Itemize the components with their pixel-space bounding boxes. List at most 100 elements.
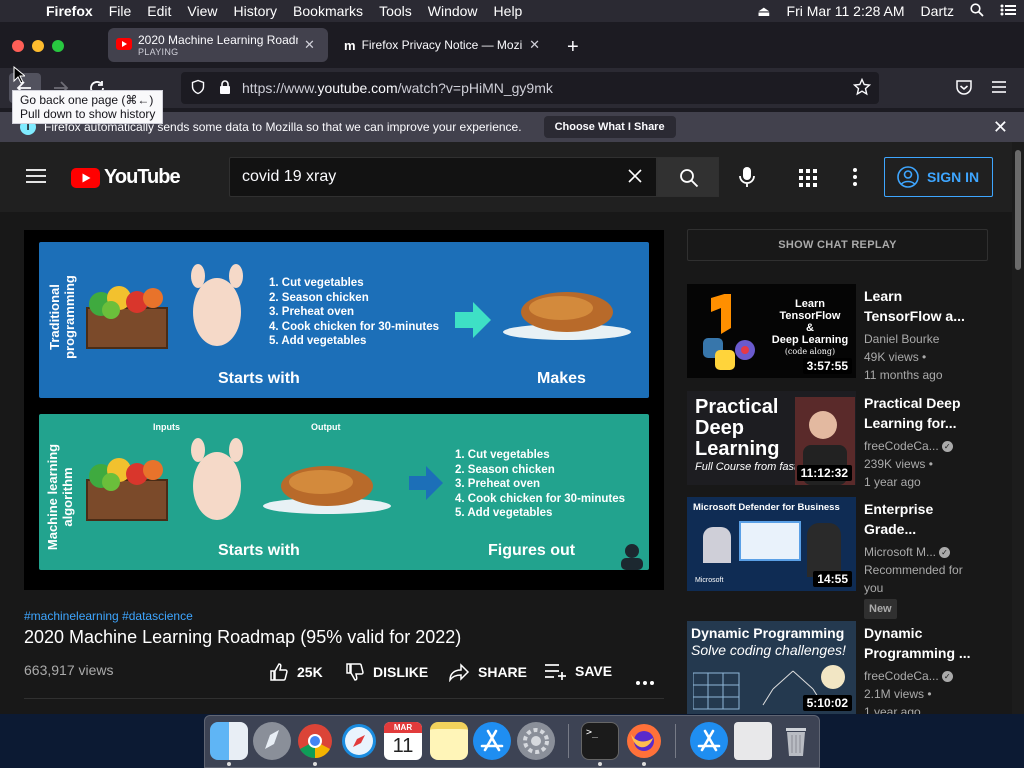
- recommended-video-meta: freeCodeCa... ✓ 239K views • 1 year ago: [864, 437, 979, 491]
- show-chat-replay-button[interactable]: SHOW CHAT REPLAY: [687, 229, 988, 261]
- tab-close-icon[interactable]: ✕: [529, 37, 540, 53]
- url-bar[interactable]: https://www.youtube.com/watch?v=pHiMN_gy…: [181, 72, 879, 104]
- menu-history[interactable]: History: [225, 3, 285, 19]
- more-actions-icon[interactable]: [636, 672, 654, 690]
- channel-name[interactable]: Microsoft M... ✓: [864, 543, 979, 561]
- tab-playing-label: PLAYING: [138, 47, 179, 57]
- recommended-video-title[interactable]: Dynamic Programming ...: [864, 623, 974, 663]
- video-views: 2.1M views •: [864, 687, 932, 701]
- menu-bookmarks[interactable]: Bookmarks: [285, 3, 371, 19]
- page-scrollbar-thumb[interactable]: [1015, 150, 1021, 270]
- recommended-video-meta: Microsoft M... ✓ Recommended for you New: [864, 543, 979, 619]
- tab-title: Firefox Privacy Notice — Mozilla: [361, 38, 524, 52]
- recommended-video-title[interactable]: Enterprise Grade...: [864, 499, 974, 539]
- raw-chicken-icon: [191, 264, 243, 346]
- clear-search-icon[interactable]: [626, 167, 644, 190]
- video-thumbnail[interactable]: Dynamic Programming Solve coding challen…: [687, 621, 856, 714]
- menu-app-firefox[interactable]: Firefox: [38, 3, 101, 19]
- search-query-text: covid 19 xray: [242, 168, 337, 185]
- shield-icon[interactable]: [190, 79, 206, 98]
- recommended-video[interactable]: Dynamic Programming Solve coding challen…: [687, 621, 987, 714]
- more-options-icon[interactable]: [853, 168, 857, 191]
- youtube-logo[interactable]: YouTube: [71, 166, 181, 189]
- tab-privacy-notice[interactable]: m Firefox Privacy Notice — Mozilla ✕: [336, 28, 548, 62]
- step-2: 2. Season chicken: [269, 291, 369, 304]
- calendar-icon[interactable]: MAR 11: [384, 722, 422, 760]
- menu-file[interactable]: File: [101, 3, 140, 19]
- choose-what-i-share-button[interactable]: Choose What I Share: [543, 116, 676, 138]
- dislike-button[interactable]: DISLIKE: [345, 662, 428, 682]
- app-store-icon[interactable]: [473, 722, 511, 760]
- account-circle-icon: [897, 166, 919, 188]
- video-hashtags[interactable]: #machinelearning #datascience: [24, 609, 193, 623]
- laptop-screen-icon: [739, 521, 801, 561]
- running-indicator: [313, 762, 317, 766]
- menu-view[interactable]: View: [179, 3, 225, 19]
- control-center-icon[interactable]: [992, 3, 1024, 19]
- launchpad-icon[interactable]: [253, 722, 291, 760]
- channel-name[interactable]: freeCodeCa... ✓: [864, 437, 979, 455]
- notification-close-icon[interactable]: ✕: [993, 117, 1008, 138]
- downloads-app-store-icon[interactable]: [690, 722, 728, 760]
- system-preferences-icon[interactable]: [517, 722, 555, 760]
- menu-tools[interactable]: Tools: [371, 3, 420, 19]
- recommended-video-title[interactable]: Learn TensorFlow a...: [864, 286, 974, 326]
- document-preview-icon[interactable]: [734, 722, 772, 760]
- lock-icon[interactable]: [218, 79, 232, 98]
- youtube-search-input[interactable]: covid 19 xray: [229, 157, 657, 197]
- video-thumbnail[interactable]: Microsoft Defender for Business Microsof…: [687, 497, 856, 591]
- channel-name[interactable]: freeCodeCa... ✓: [864, 667, 979, 685]
- like-button[interactable]: 25K: [269, 662, 323, 682]
- video-thumbnail[interactable]: Learn TensorFlow & Deep Learning (code a…: [687, 284, 856, 378]
- add-to-playlist-icon: [545, 664, 566, 680]
- menu-help[interactable]: Help: [486, 3, 531, 19]
- share-button[interactable]: SHARE: [448, 662, 527, 682]
- pocket-icon[interactable]: [955, 79, 973, 101]
- tab-close-icon[interactable]: ✕: [304, 37, 315, 53]
- video-views: 49K views •: [864, 350, 927, 364]
- terminal-icon[interactable]: >_: [581, 722, 619, 760]
- recommended-video-meta: Daniel Bourke 49K views • 11 months ago: [864, 330, 979, 384]
- spotlight-search-icon[interactable]: [962, 2, 992, 20]
- notes-icon[interactable]: [430, 722, 468, 760]
- video-thumbnail[interactable]: Practical Deep Learning Full Course from…: [687, 391, 856, 485]
- eject-icon[interactable]: ⏏: [749, 3, 778, 20]
- bookmark-star-icon[interactable]: [852, 77, 872, 99]
- tab-youtube[interactable]: 2020 Machine Learning Roadmap PLAYING ✕: [108, 28, 328, 62]
- safari-icon[interactable]: [340, 722, 378, 760]
- video-views: 239K views •: [864, 457, 933, 471]
- recommended-video[interactable]: Practical Deep Learning Full Course from…: [687, 391, 987, 489]
- menu-window[interactable]: Window: [420, 3, 486, 19]
- search-icon: [680, 169, 699, 188]
- microphone-icon[interactable]: [738, 166, 756, 193]
- sign-in-button[interactable]: SIGN IN: [884, 157, 993, 197]
- recommended-video-title[interactable]: Practical Deep Learning for...: [864, 393, 974, 433]
- chrome-icon[interactable]: [296, 722, 334, 760]
- thumbnail-text: Microsoft Defender for Business: [693, 502, 840, 513]
- window-close-button[interactable]: [12, 40, 24, 52]
- firefox-icon[interactable]: [625, 722, 663, 760]
- channel-name[interactable]: Daniel Bourke: [864, 330, 979, 348]
- share-arrow-icon: [449, 663, 470, 682]
- recommended-video[interactable]: Learn TensorFlow & Deep Learning (code a…: [687, 284, 987, 382]
- hamburger-menu-icon[interactable]: [991, 80, 1007, 99]
- youtube-logo-text: YouTube: [104, 166, 181, 188]
- finder-icon[interactable]: [210, 722, 248, 760]
- window-zoom-button[interactable]: [52, 40, 64, 52]
- guide-menu-icon[interactable]: [26, 168, 46, 189]
- thumbnail-text: Learn TensorFlow & Deep Learning (code a…: [771, 298, 849, 356]
- apps-grid-icon[interactable]: [799, 169, 817, 192]
- video-player[interactable]: Traditional programming 1. Cut vegetable…: [24, 230, 664, 590]
- window-minimize-button[interactable]: [32, 40, 44, 52]
- video-duration: 3:57:55: [802, 358, 852, 374]
- recommended-video[interactable]: Microsoft Defender for Business Microsof…: [687, 497, 987, 619]
- trash-icon[interactable]: [777, 722, 815, 760]
- calendar-month: MAR: [384, 722, 422, 733]
- recommended-video-meta: freeCodeCa... ✓ 2.1M views • 1 year ago: [864, 667, 979, 714]
- search-button[interactable]: [657, 157, 719, 197]
- menu-edit[interactable]: Edit: [139, 3, 179, 19]
- menubar-user[interactable]: Dartz: [913, 3, 962, 19]
- save-button[interactable]: SAVE: [545, 662, 612, 680]
- menubar-clock[interactable]: Fri Mar 11 2:28 AM: [779, 3, 913, 19]
- new-tab-icon[interactable]: +: [567, 36, 579, 59]
